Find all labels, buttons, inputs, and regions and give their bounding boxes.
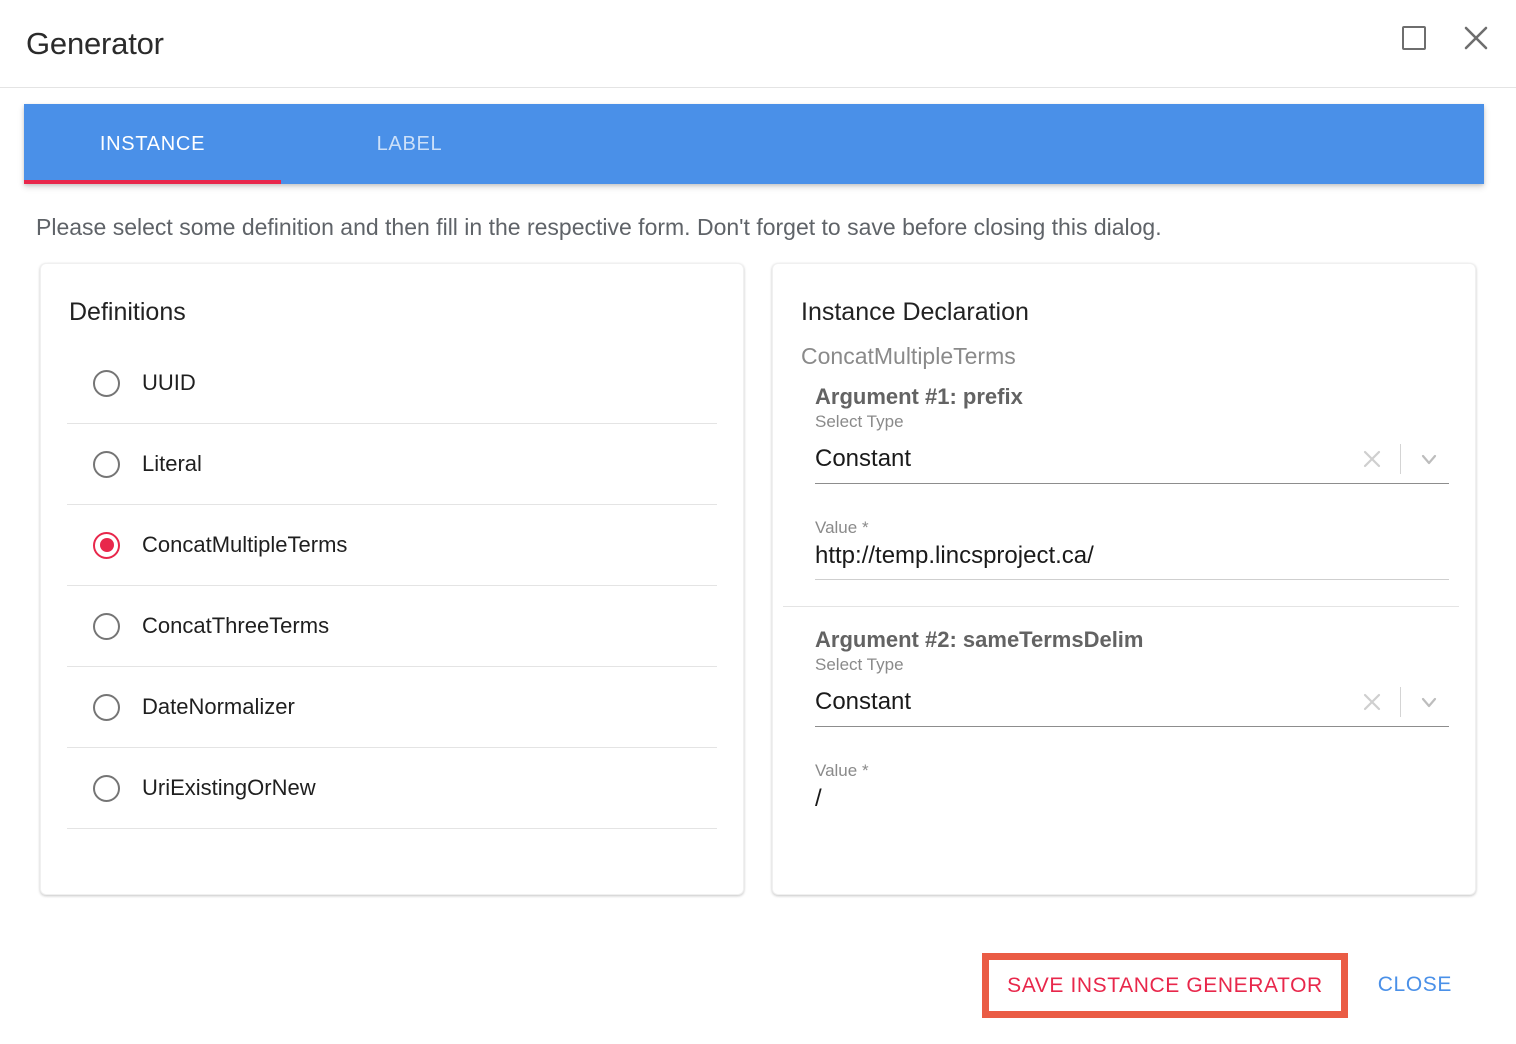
argument-2-dropdown-button[interactable]	[1409, 685, 1449, 719]
close-icon	[1462, 24, 1490, 52]
argument-2-select-label: Select Type	[815, 655, 1449, 675]
clear-icon	[1361, 691, 1383, 713]
definition-option-literal[interactable]: Literal	[67, 424, 717, 505]
radio-icon[interactable]	[93, 775, 120, 802]
dialog-title: Generator	[26, 26, 164, 62]
argument-1-title: Argument #1: prefix	[815, 384, 1449, 410]
definition-option-uriexistingornew[interactable]: UriExistingOrNew	[67, 748, 717, 829]
argument-2-value-field: Value * /	[815, 761, 1449, 823]
definition-label: Literal	[142, 451, 202, 477]
tabbar: INSTANCE LABEL	[24, 104, 1484, 184]
argument-1-value-label: Value *	[815, 518, 1449, 538]
argument-1-dropdown-button[interactable]	[1409, 442, 1449, 476]
definitions-radio-list: UUID Literal ConcatMultipleTerms ConcatT…	[67, 343, 717, 829]
instance-declaration-heading: Instance Declaration	[801, 298, 1449, 327]
tabbar-wrapper: INSTANCE LABEL	[0, 88, 1516, 184]
argument-2-type-select[interactable]: Constant	[815, 679, 1449, 727]
clear-icon	[1361, 448, 1383, 470]
close-window-button[interactable]	[1458, 20, 1494, 56]
definition-option-concatmultipleterms[interactable]: ConcatMultipleTerms	[67, 505, 717, 586]
argument-2-select-actions	[1352, 685, 1449, 719]
argument-1-type-select[interactable]: Constant	[815, 436, 1449, 484]
argument-1-select-actions	[1352, 442, 1449, 476]
radio-icon[interactable]	[93, 370, 120, 397]
window-controls	[1396, 20, 1494, 56]
maximize-icon	[1402, 26, 1426, 50]
definitions-card: Definitions UUID Literal ConcatMultipleT…	[40, 263, 744, 895]
tab-instance[interactable]: INSTANCE	[24, 104, 281, 184]
definition-option-concatthreeterms[interactable]: ConcatThreeTerms	[67, 586, 717, 667]
close-button[interactable]: CLOSE	[1370, 961, 1460, 1009]
definition-label: ConcatMultipleTerms	[142, 532, 347, 558]
argument-2-type-value: Constant	[815, 688, 1352, 716]
content-area: Definitions UUID Literal ConcatMultipleT…	[0, 241, 1516, 895]
chevron-down-icon	[1417, 690, 1441, 714]
tab-label-label: LABEL	[377, 133, 443, 156]
definitions-heading: Definitions	[69, 298, 717, 327]
save-button-highlight: SAVE INSTANCE GENERATOR	[982, 953, 1348, 1018]
select-divider	[1400, 444, 1401, 474]
argument-block-1: Argument #1: prefix Select Type Constant	[799, 384, 1449, 580]
radio-icon[interactable]	[93, 694, 120, 721]
dialog-footer: SAVE INSTANCE GENERATOR CLOSE	[982, 953, 1460, 1018]
argument-1-value-input[interactable]: http://temp.lincsproject.ca/	[815, 542, 1449, 580]
argument-2-title: Argument #2: sameTermsDelim	[815, 627, 1449, 653]
radio-icon[interactable]	[93, 613, 120, 640]
argument-1-type-value: Constant	[815, 445, 1352, 473]
definition-label: ConcatThreeTerms	[142, 613, 329, 639]
radio-icon[interactable]	[93, 451, 120, 478]
tab-instance-label: INSTANCE	[100, 133, 205, 156]
chevron-down-icon	[1417, 447, 1441, 471]
definition-label: DateNormalizer	[142, 694, 295, 720]
definition-label: UriExistingOrNew	[142, 775, 316, 801]
argument-2-clear-button[interactable]	[1352, 685, 1392, 719]
generator-dialog: Generator INSTANCE LABEL Please select s	[0, 0, 1516, 1044]
argument-1-select-label: Select Type	[815, 412, 1449, 432]
select-divider	[1400, 687, 1401, 717]
instance-declaration-card: Instance Declaration ConcatMultipleTerms…	[772, 263, 1476, 895]
argument-2-value-input[interactable]: /	[815, 785, 1449, 823]
argument-1-value-field: Value * http://temp.lincsproject.ca/	[815, 518, 1449, 580]
save-instance-generator-button[interactable]: SAVE INSTANCE GENERATOR	[989, 960, 1341, 1011]
argument-block-2: Argument #2: sameTermsDelim Select Type …	[799, 627, 1449, 823]
definition-option-uuid[interactable]: UUID	[67, 343, 717, 424]
radio-icon-selected[interactable]	[93, 532, 120, 559]
selected-definition-name: ConcatMultipleTerms	[801, 343, 1449, 370]
instruction-text: Please select some definition and then f…	[36, 214, 1516, 241]
argument-1-clear-button[interactable]	[1352, 442, 1392, 476]
argument-divider	[783, 606, 1459, 607]
tab-label[interactable]: LABEL	[281, 104, 538, 184]
maximize-button[interactable]	[1396, 20, 1432, 56]
dialog-titlebar: Generator	[0, 0, 1516, 88]
argument-2-value-label: Value *	[815, 761, 1449, 781]
definition-option-datenormalizer[interactable]: DateNormalizer	[67, 667, 717, 748]
definition-label: UUID	[142, 370, 196, 396]
